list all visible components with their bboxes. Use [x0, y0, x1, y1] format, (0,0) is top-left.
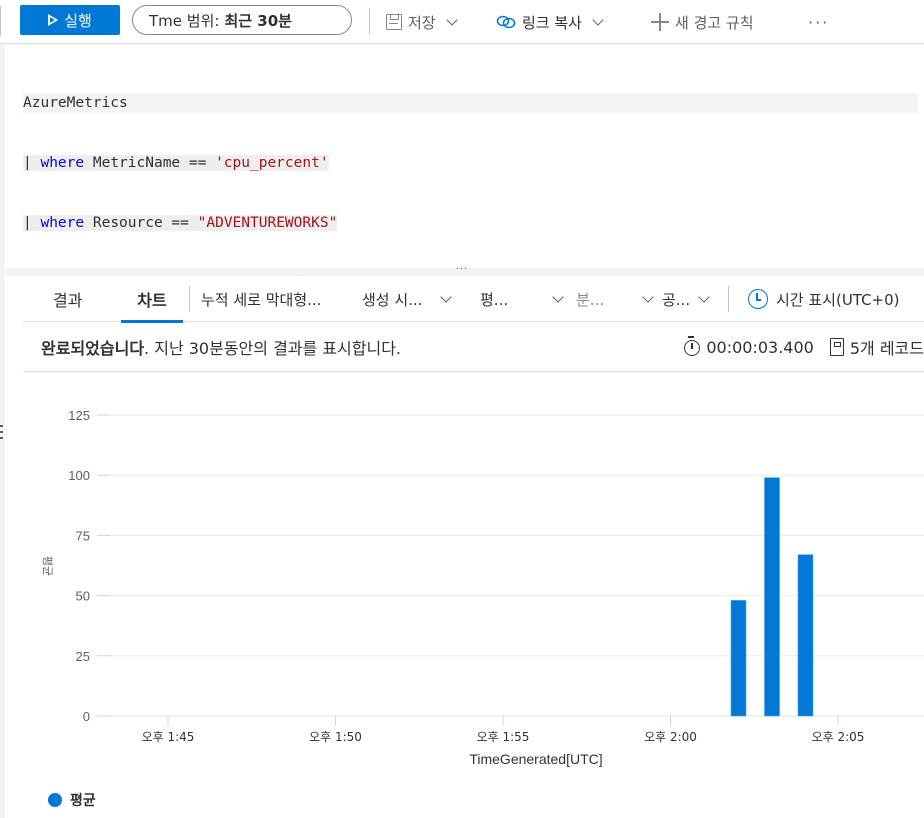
column-chart: 오후 2:02: 48 오후 2:03: 99 오후 2:04: 67 0 25 50 7…	[0, 0, 924, 818]
chart-bar[interactable]: 오후 2:02: 48	[730, 600, 747, 717]
y-tick-label: 75	[76, 528, 90, 543]
x-tick-label: 오후 1:45	[142, 730, 195, 744]
y-axis-title: 평균	[41, 556, 54, 576]
chart-bar[interactable]: 오후 2:03: 99	[764, 477, 780, 717]
legend-label: 평균	[70, 793, 96, 809]
y-tick-label: 25	[76, 649, 90, 664]
y-tick-label: 0	[83, 709, 90, 724]
x-axis-title: TimeGenerated[UTC]	[469, 751, 602, 767]
legend-marker	[48, 793, 62, 807]
x-tick-label: 오후 2:00	[644, 730, 697, 744]
y-tick-label: 125	[68, 408, 90, 423]
x-tick-label: 오후 1:50	[309, 730, 362, 744]
y-tick-label: 100	[68, 468, 90, 483]
chart-legend[interactable]: 평균	[48, 790, 96, 810]
chart-canvas: 오후 2:02: 48 오후 2:03: 99 오후 2:04: 67 0 25 50 7…	[41, 408, 924, 767]
x-tick-label: 오후 2:05	[812, 730, 865, 744]
chart-bar[interactable]: 오후 2:04: 67	[797, 554, 814, 717]
x-tick-label: 오후 1:55	[477, 730, 530, 744]
y-tick-label: 50	[76, 589, 90, 604]
